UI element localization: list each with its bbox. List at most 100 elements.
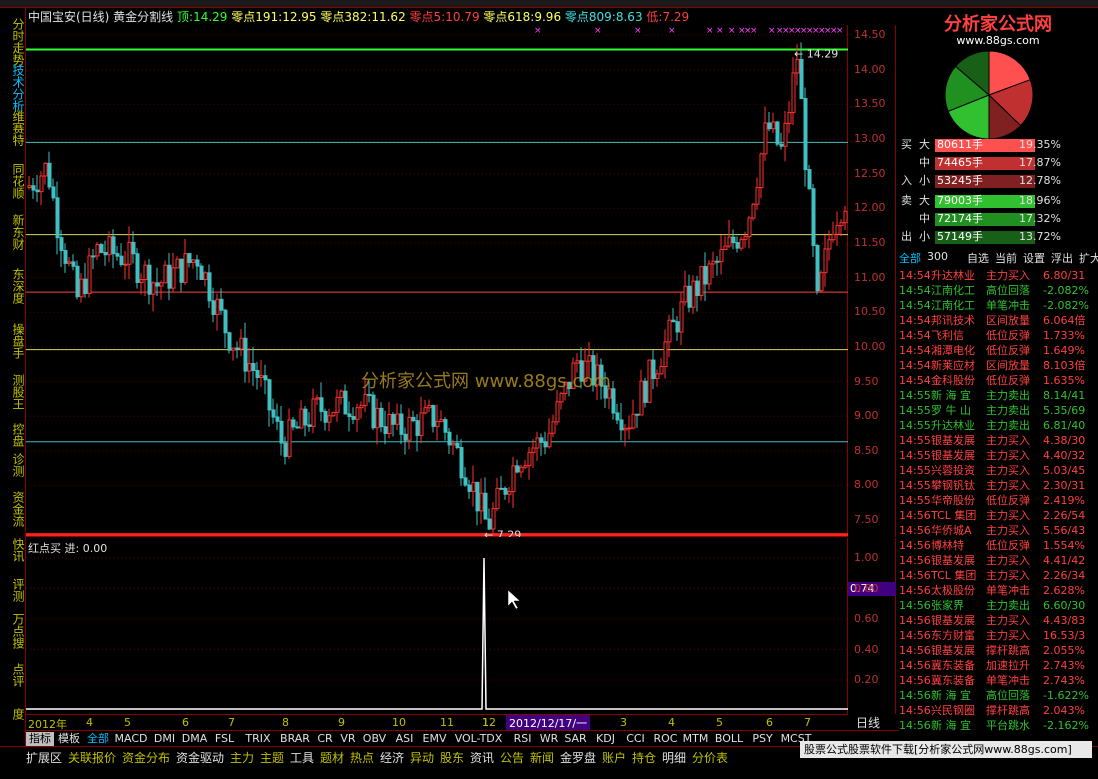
indicator-tab-3[interactable]: MACD bbox=[113, 732, 149, 746]
menu-item-14[interactable]: 新闻 bbox=[530, 749, 554, 766]
footer-ad[interactable]: 股票公式股票软件下载[分析家公式网www.88gs.com] bbox=[800, 741, 1092, 758]
indicator-tab-19[interactable]: CCI bbox=[621, 732, 650, 746]
nav-item-2[interactable]: 维赛特 bbox=[2, 110, 25, 146]
tick-row[interactable]: 14:54 邦讯技术 区间放量 6.064倍 bbox=[897, 313, 1097, 328]
right-tab-0[interactable]: 全部 bbox=[899, 250, 921, 266]
nav-item-11[interactable]: 快讯 bbox=[2, 538, 25, 562]
tick-row[interactable]: 14:54 湘潭电化 低位反弹 1.649% bbox=[897, 343, 1097, 358]
menu-item-8[interactable]: 热点 bbox=[350, 749, 374, 766]
indicator-tab-1[interactable]: 模板 bbox=[55, 732, 83, 746]
sub-indicator-chart[interactable]: 红点买 进: 0.00 bbox=[26, 538, 848, 714]
nav-item-9[interactable]: 诊测 bbox=[2, 453, 25, 477]
nav-item-6[interactable]: 操盘手 bbox=[2, 323, 25, 359]
tick-row[interactable]: 14:56 TCL 集团 主力买入 2.26/34 bbox=[897, 568, 1097, 583]
indicator-tab-5[interactable]: DMA bbox=[180, 732, 209, 746]
right-tab-1[interactable]: 300 bbox=[927, 250, 948, 263]
indicator-tab-8[interactable]: BRAR bbox=[277, 732, 313, 746]
indicator-tab-10[interactable]: VR bbox=[337, 732, 359, 746]
main-candlestick-chart[interactable]: ← 14.29 ← 7.29 × × × × × × × × × × × × × × × × × × × × × × 分析家公式… bbox=[26, 25, 848, 542]
tick-row[interactable]: 14:55 攀钢钒钛 主力买入 2.30/31 bbox=[897, 478, 1097, 493]
tick-row[interactable]: 14:56 博林特 低位反弹 1.554% bbox=[897, 538, 1097, 553]
menu-item-7[interactable]: 题材 bbox=[320, 749, 344, 766]
nav-item-1[interactable]: 技术分析 bbox=[2, 64, 25, 112]
menu-item-19[interactable]: 分价表 bbox=[692, 749, 728, 766]
tick-row[interactable]: 14:56 银基发展 主力买入 4.41/42 bbox=[897, 553, 1097, 568]
sub-indicator-svg[interactable] bbox=[26, 538, 848, 714]
menu-item-12[interactable]: 资讯 bbox=[470, 749, 494, 766]
indicator-tab-17[interactable]: SAR bbox=[561, 732, 590, 746]
tick-row[interactable]: 14:55 新 海 宜 主力卖出 8.14/41 bbox=[897, 388, 1097, 403]
menu-item-16[interactable]: 账户 bbox=[602, 749, 626, 766]
menu-item-2[interactable]: 资金分布 bbox=[122, 749, 170, 766]
tick-row[interactable]: 14:56 东方财富 主力买入 16.53/3 bbox=[897, 628, 1097, 643]
nav-item-15[interactable]: 度 bbox=[2, 708, 25, 720]
nav-item-0[interactable]: 分时走势 bbox=[2, 18, 25, 66]
indicator-tab-20[interactable]: ROC bbox=[651, 732, 680, 746]
menu-item-11[interactable]: 股东 bbox=[440, 749, 464, 766]
menu-item-10[interactable]: 异动 bbox=[410, 749, 434, 766]
indicator-tab-14[interactable]: VOL-TDX bbox=[450, 732, 507, 746]
menu-item-18[interactable]: 明细 bbox=[662, 749, 686, 766]
candlestick-svg[interactable]: ← 14.29← 7.29× × × × × × × ××× × ×××××××××××分析家公式… bbox=[26, 25, 848, 542]
tick-row[interactable]: 14:56 张家界 主力卖出 6.60/30 bbox=[897, 598, 1097, 613]
right-tabs[interactable]: 全部 300 自选 当前 设置 浮出 扩大 bbox=[897, 250, 1098, 266]
indicator-tab-23[interactable]: PSY bbox=[748, 732, 777, 746]
alert-tick-list[interactable]: 14:54 升达林业 主力买入 6.80/31 14:54 江南化工 高位回落 -2.082%… bbox=[897, 268, 1098, 738]
indicator-tab-18[interactable]: KDJ bbox=[591, 732, 620, 746]
tick-row[interactable]: 14:56 华侨城A 主力买入 5.56/43 bbox=[897, 523, 1097, 538]
nav-item-7[interactable]: 测股王 bbox=[2, 374, 25, 410]
period-label[interactable]: 日线 bbox=[856, 714, 880, 731]
right-tab-3[interactable]: 当前 bbox=[995, 250, 1017, 266]
indicator-tab-13[interactable]: EMV bbox=[420, 732, 449, 746]
tick-row[interactable]: 14:54 江南化工 单笔冲击 -2.082% bbox=[897, 298, 1097, 313]
nav-item-3[interactable]: 同花顺 bbox=[2, 163, 25, 199]
tick-row[interactable]: 14:56 新 海 宜 平台跳水 -2.162% bbox=[897, 718, 1097, 733]
tick-row[interactable]: 14:56 冀东装备 加速拉升 2.743% bbox=[897, 658, 1097, 673]
menu-item-4[interactable]: 主力 bbox=[230, 749, 254, 766]
tick-row[interactable]: 14:56 银基发展 撑杆跳高 2.055% bbox=[897, 643, 1097, 658]
tick-row[interactable]: 14:54 新莱应材 区间放量 8.103倍 bbox=[897, 358, 1097, 373]
nav-item-5[interactable]: 东深度 bbox=[2, 268, 25, 304]
menu-item-6[interactable]: 工具 bbox=[290, 749, 314, 766]
indicator-tab-22[interactable]: BOLL bbox=[711, 732, 747, 746]
menu-item-17[interactable]: 持仓 bbox=[632, 749, 656, 766]
indicator-tab-2[interactable]: 全部 bbox=[84, 732, 112, 746]
menu-item-3[interactable]: 资金驱动 bbox=[176, 749, 224, 766]
tick-row[interactable]: 14:54 飞利信 低位反弹 1.733% bbox=[897, 328, 1097, 343]
tick-row[interactable]: 14:55 银基发展 主力买入 4.38/30 bbox=[897, 433, 1097, 448]
menu-item-13[interactable]: 公告 bbox=[500, 749, 524, 766]
menu-item-9[interactable]: 经济 bbox=[380, 749, 404, 766]
tick-row[interactable]: 14:55 升达林业 主力卖出 6.81/40 bbox=[897, 418, 1097, 433]
nav-item-12[interactable]: 评测 bbox=[2, 578, 25, 602]
tick-row[interactable]: 14:55 华帝股份 低位反弹 2.419% bbox=[897, 493, 1097, 508]
nav-item-14[interactable]: 点评 bbox=[2, 663, 25, 687]
indicator-tab-16[interactable]: WR bbox=[538, 732, 560, 746]
indicator-tab-12[interactable]: ASI bbox=[390, 732, 419, 746]
indicator-tab-21[interactable]: MTM bbox=[681, 732, 710, 746]
nav-item-8[interactable]: 控盘 bbox=[2, 423, 25, 447]
tick-row[interactable]: 14:56 太极股份 单笔冲击 2.628% bbox=[897, 583, 1097, 598]
menu-item-1[interactable]: 关联报价 bbox=[68, 749, 116, 766]
nav-item-13[interactable]: 万点搜 bbox=[2, 613, 25, 649]
tick-row[interactable]: 14:56 新 海 宜 高位回落 -1.622% bbox=[897, 688, 1097, 703]
indicator-tab-6[interactable]: FSL bbox=[210, 732, 239, 746]
tick-row[interactable]: 14:55 兴蓉投资 主力买入 5.03/45 bbox=[897, 463, 1097, 478]
nav-item-4[interactable]: 新东财 bbox=[2, 214, 25, 250]
right-tab-5[interactable]: 浮出 bbox=[1051, 250, 1073, 266]
indicator-tab-4[interactable]: DMI bbox=[150, 732, 179, 746]
right-tab-4[interactable]: 设置 bbox=[1023, 250, 1045, 266]
tick-row[interactable]: 14:54 金科股份 低位反弹 1.635% bbox=[897, 373, 1097, 388]
tick-row[interactable]: 14:56 兴民钢圈 撑杆跳高 2.043% bbox=[897, 703, 1097, 718]
right-tab-2[interactable]: 自选 bbox=[967, 250, 989, 266]
tick-row[interactable]: 14:56 冀东装备 单笔冲击 2.743% bbox=[897, 673, 1097, 688]
menu-item-0[interactable]: 扩展区 bbox=[26, 749, 62, 766]
right-tab-6[interactable]: 扩大 bbox=[1079, 250, 1098, 266]
tick-row[interactable]: 14:54 江南化工 高位回落 -2.082% bbox=[897, 283, 1097, 298]
indicator-tab-15[interactable]: RSI bbox=[508, 732, 537, 746]
indicator-tab-9[interactable]: CR bbox=[314, 732, 336, 746]
top-toolbar[interactable] bbox=[0, 0, 1098, 8]
menu-item-15[interactable]: 金罗盘 bbox=[560, 749, 596, 766]
indicator-tabs[interactable]: 指标 模板 全部 MACD DMI DMA FSL TRIX BRAR CR VR OBV ASI EMV… bbox=[26, 730, 898, 746]
menu-item-5[interactable]: 主题 bbox=[260, 749, 284, 766]
tick-row[interactable]: 14:55 罗 牛 山 主力卖出 5.35/69 bbox=[897, 403, 1097, 418]
